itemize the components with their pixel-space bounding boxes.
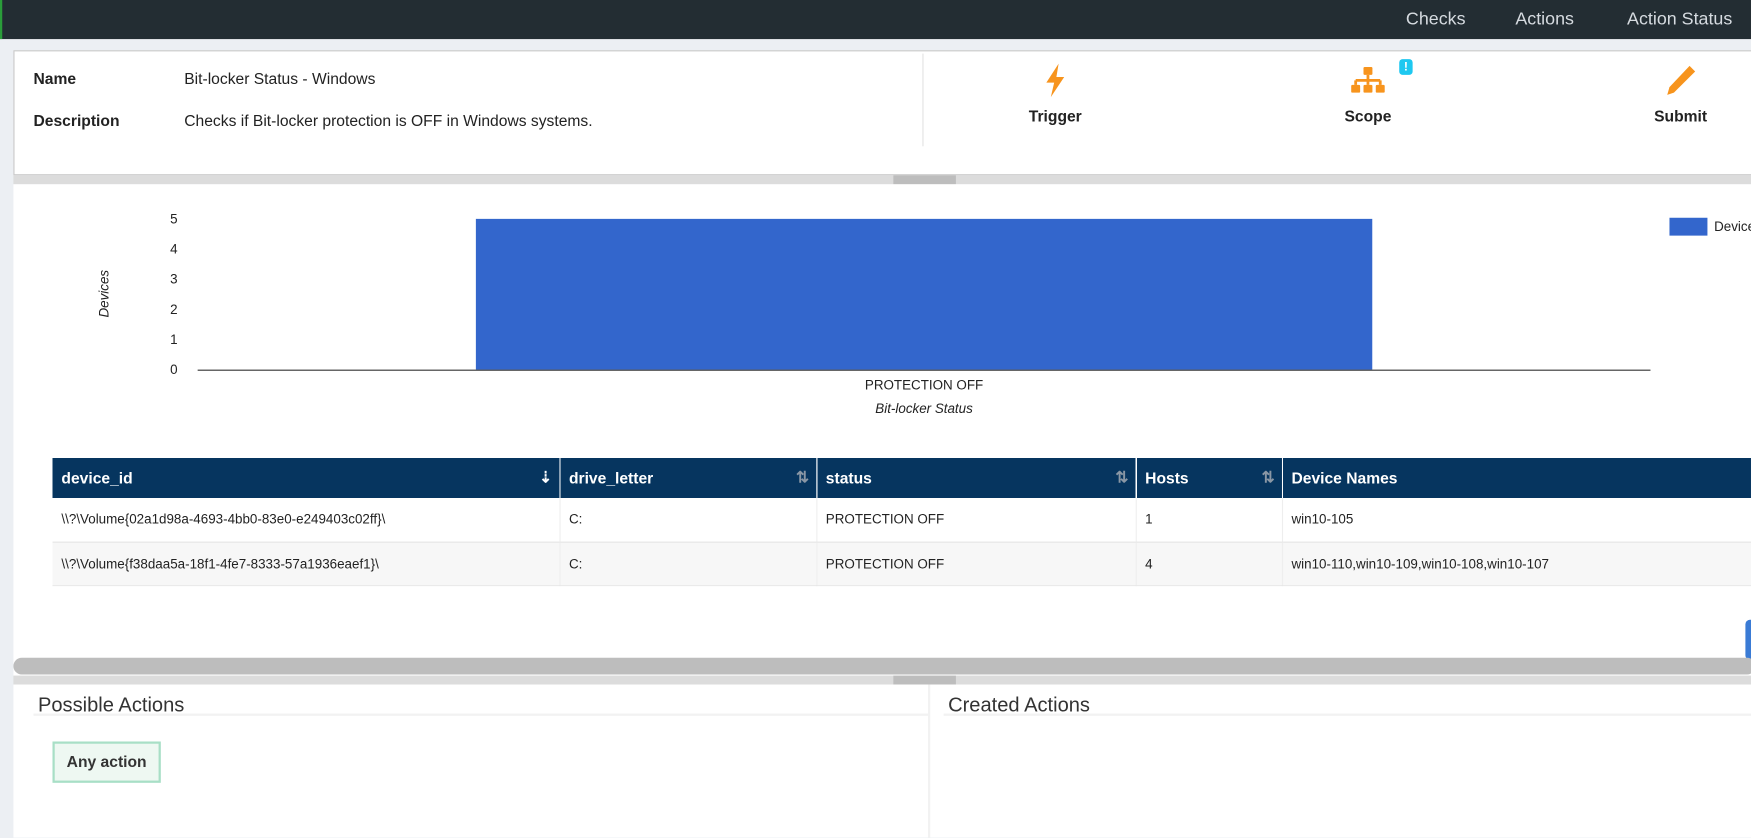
actions-area: Possible Actions Any action Created Acti… [13,684,1751,838]
header-label: Device Names [1291,469,1398,487]
header-label: Hosts [1145,469,1189,487]
x-tick-label: PROTECTION OFF [865,378,983,393]
legend-swatch [1669,217,1708,236]
nav-checks[interactable]: Checks [1406,10,1466,30]
y-axis-label: Devices [96,270,111,318]
submit-label: Submit [1654,107,1708,126]
cell-device-id: \\?\Volume{f38daa5a-18f1-4fe7-8333-57a19… [52,541,561,586]
bar-chart: 0 1 2 3 4 5 PROTECTION OFF Bit-locker Status Dev… [96,211,1751,416]
trigger-button[interactable]: Trigger [988,63,1122,126]
cell-device-id: \\?\Volume{02a1d98a-4693-4bb0-83e0-e2494… [52,498,561,543]
header-label: device_id [61,469,133,487]
splitter-handle[interactable] [893,175,956,185]
nav-actions[interactable]: Actions [1515,10,1574,30]
col-device-id[interactable]: device_id ⇣ [52,457,561,499]
col-hosts[interactable]: Hosts ⇅ [1135,457,1283,499]
description-label: Description [33,111,120,130]
results-table: device_id ⇣ drive_letter ⇅ status ⇅ Hosts ⇅ … [52,457,1751,586]
top-nav: Checks Actions Action Status [0,0,1751,40]
sort-icon[interactable]: ⇅ [796,468,809,487]
header-label: status [825,469,872,487]
bar [475,218,1373,370]
cell-status: PROTECTION OFF [816,498,1137,543]
x-axis-label: Bit-locker Status [875,401,973,416]
y-tick-label: 2 [170,302,177,317]
possible-actions-panel: Possible Actions Any action [33,684,931,838]
side-tab-button[interactable] [1745,619,1751,660]
name-label: Name [33,69,77,88]
cell-hosts: 4 [1135,541,1283,586]
header-label: drive_letter [568,469,654,487]
lightning-icon [988,63,1122,99]
created-actions-title: Created Actions [943,685,1751,716]
scope-warning-badge: ! [1399,59,1413,75]
table-row[interactable]: \\?\Volume{02a1d98a-4693-4bb0-83e0-e2494… [52,498,1751,543]
scope-label: Scope [1344,107,1392,126]
legend-label: Devices [1714,219,1751,234]
submit-button[interactable]: Submit [1614,63,1748,126]
cell-device-names: win10-105 [1281,498,1751,543]
col-device-names[interactable]: Device Names [1281,457,1751,499]
splitter-top[interactable] [13,175,1751,185]
sort-desc-icon[interactable]: ⇣ [539,468,552,487]
nav-action-status[interactable]: Action Status [1627,10,1732,30]
table-row[interactable]: \\?\Volume{f38daa5a-18f1-4fe7-8333-57a19… [52,541,1751,586]
y-tick-label: 0 [170,362,177,377]
horizontal-scrollbar[interactable] [13,657,1751,675]
cell-status: PROTECTION OFF [816,541,1137,586]
y-tick-label: 1 [170,332,177,347]
scope-button[interactable]: Scope ! [1301,59,1435,126]
possible-actions-title: Possible Actions [33,685,928,716]
y-tick-label: 5 [170,211,177,226]
name-value: Bit-locker Status - Windows [184,69,376,88]
splitter-bottom[interactable] [13,675,1751,685]
col-drive-letter[interactable]: drive_letter ⇅ [559,457,817,499]
pencil-icon [1614,63,1748,99]
cell-drive-letter: C: [559,541,817,586]
splitter-handle[interactable] [893,675,956,685]
y-tick-label: 3 [170,272,177,287]
cell-drive-letter: C: [559,498,817,543]
cell-hosts: 1 [1135,498,1283,543]
col-status[interactable]: status ⇅ [816,457,1137,499]
sort-icon[interactable]: ⇅ [1262,468,1275,487]
divider [922,53,924,147]
cell-device-names: win10-110,win10-109,win10-108,win10-107 [1281,541,1751,586]
check-info-panel: Name Bit-locker Status - Windows Descrip… [13,50,1751,176]
sitemap-icon [1301,63,1435,99]
description-value: Checks if Bit-locker protection is OFF i… [184,111,593,130]
created-actions-panel: Created Actions [943,685,1751,838]
any-action-button[interactable]: Any action [52,741,161,783]
chart-panel: 0 1 2 3 4 5 PROTECTION OFF Bit-locker Status Dev… [13,184,1751,676]
results-table-wrap: device_id ⇣ drive_letter ⇅ status ⇅ Hosts ⇅ … [52,457,1751,586]
trigger-label: Trigger [1028,107,1082,126]
sort-icon[interactable]: ⇅ [1115,468,1128,487]
y-tick-label: 4 [170,241,178,256]
